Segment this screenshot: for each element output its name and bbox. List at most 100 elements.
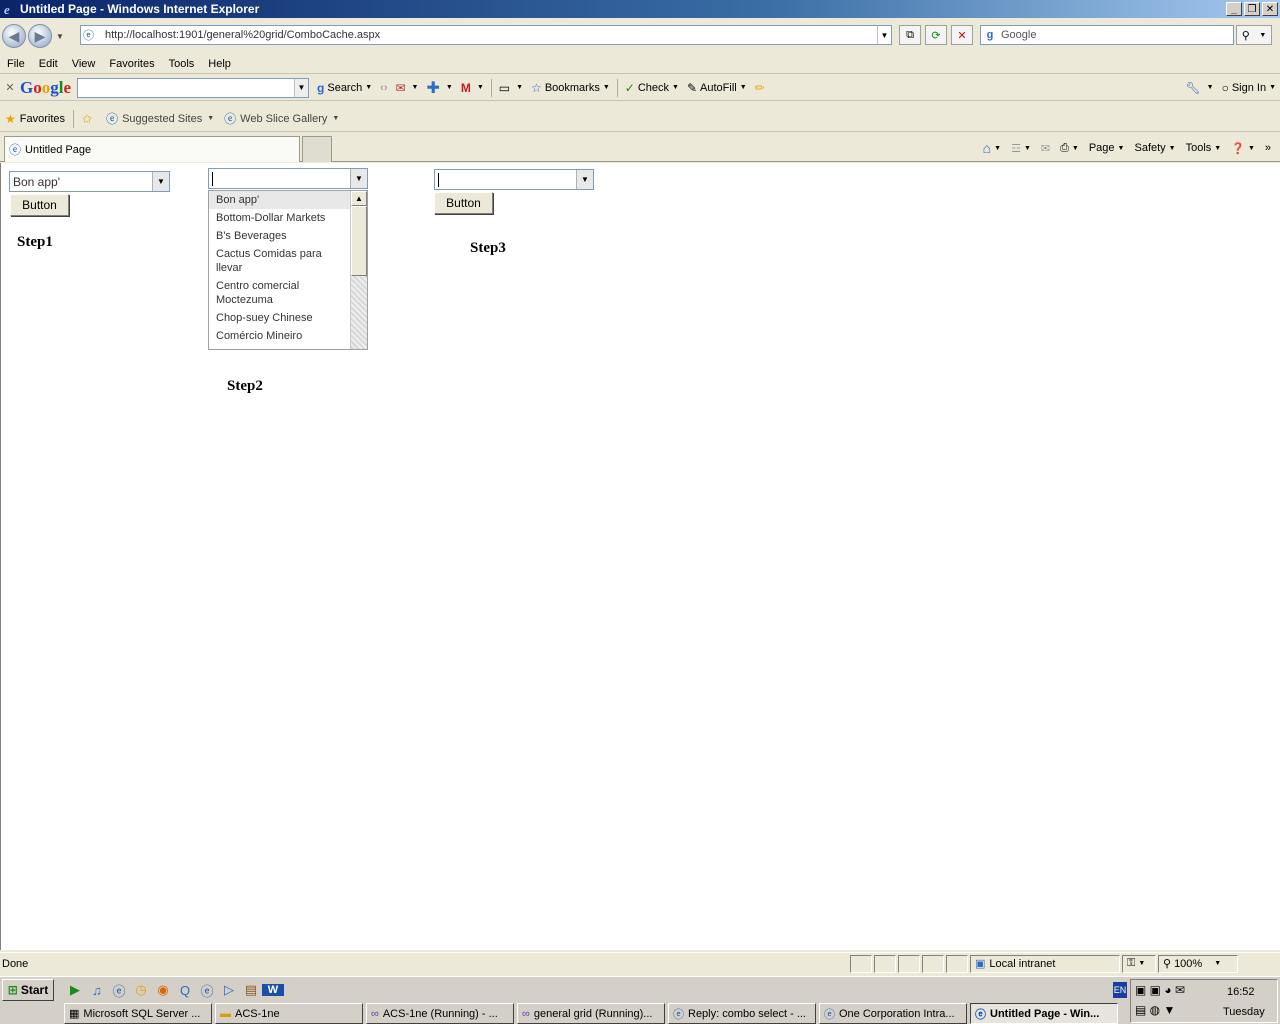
suggested-sites-button[interactable]: ⓔ Suggested Sites ▼ (101, 110, 219, 127)
word-icon[interactable]: W (262, 984, 284, 996)
quicktime-icon[interactable]: Q (174, 983, 196, 998)
ie-icon[interactable]: ⓔ (196, 981, 218, 1000)
step1-dropdown-icon[interactable]: ▼ (152, 172, 169, 191)
quicklaunch-app-icon[interactable]: ▶ (64, 982, 86, 998)
zoom-button[interactable]: ⚲ 100% ▼ (1158, 954, 1238, 973)
step3-button[interactable]: Button (434, 192, 493, 214)
search-box[interactable]: g Google (980, 25, 1234, 45)
bookmarks-button[interactable]: ☆ Bookmarks ▼ (527, 81, 614, 95)
new-tab-button[interactable] (302, 136, 332, 162)
dropdown-scrollbar[interactable]: ▲ (350, 191, 367, 349)
desktop-icon[interactable]: ▤ (240, 982, 262, 998)
language-indicator[interactable]: EN (1113, 982, 1127, 998)
task-button[interactable]: ⓔ One Corporation Intra... (819, 1003, 967, 1024)
step1-button[interactable]: Button (10, 194, 69, 216)
toolbar-more-icon[interactable]: ‹› (376, 82, 391, 94)
more-commands-icon[interactable]: » (1260, 142, 1276, 154)
favorites-button[interactable]: ★ Favorites (0, 112, 70, 126)
clock-time[interactable]: 16:52 (1227, 986, 1255, 998)
news-button[interactable]: ✉ ▼ (391, 81, 422, 95)
forward-button[interactable]: ▶ (28, 24, 52, 48)
task-button[interactable]: ▦ Microsoft SQL Server ... (64, 1003, 212, 1024)
address-bar[interactable]: ⓔ http://localhost:1901/general%20grid/C… (80, 25, 892, 45)
web-slice-gallery-button[interactable]: ⓔ Web Slice Gallery ▼ (219, 110, 344, 127)
gmail-button[interactable]: M ▼ (457, 81, 488, 95)
list-item[interactable]: B's Beverages (209, 227, 351, 245)
menu-tools[interactable]: Tools (162, 58, 202, 70)
popup-button[interactable]: ▭ ▼ (495, 81, 527, 95)
home-button[interactable]: ⌂ ▼ (978, 140, 1006, 156)
help-menu[interactable]: ❓ ▼ (1226, 142, 1260, 155)
highlighter-button[interactable]: ✏ (751, 81, 772, 95)
compatibility-view-button[interactable]: ⧉ (899, 25, 921, 45)
window-title-bar[interactable]: e Untitled Page - Windows Internet Explo… (0, 0, 1280, 18)
search-placeholder[interactable]: Google (1001, 29, 1036, 41)
google-search-input[interactable]: ▼ (77, 77, 310, 98)
list-item[interactable]: Bon app' (209, 191, 351, 209)
wrench-icon: 🔧︎ (1185, 80, 1201, 95)
list-item[interactable]: Centro comercial Moctezuma (209, 277, 351, 309)
menu-file[interactable]: File (0, 58, 32, 70)
tray-icons-row1[interactable]: ▣ ▣ ◕ ✉ (1135, 983, 1185, 997)
list-item[interactable]: Bottom-Dollar Markets (209, 209, 351, 227)
task-button[interactable]: ▬ ACS-1ne (215, 1003, 363, 1024)
menu-edit[interactable]: Edit (32, 58, 65, 70)
step2-combo[interactable]: ▼ (208, 168, 368, 189)
clock-icon[interactable]: ◷ (130, 982, 152, 998)
url-text[interactable]: http://localhost:1901/general%20grid/Com… (105, 29, 877, 41)
start-button[interactable]: ⊞ Start (2, 979, 54, 1001)
menu-view[interactable]: View (65, 58, 103, 70)
menu-help[interactable]: Help (201, 58, 238, 70)
wrench-button[interactable]: 🔧︎ ▼ (1181, 81, 1217, 95)
step1-combo-value[interactable]: Bon app' (10, 175, 152, 189)
ie-logo-icon: e (2, 1, 18, 17)
stop-button[interactable]: ✕ (951, 25, 973, 45)
share-button[interactable]: ✚ ▼ (422, 78, 456, 98)
media-player-icon[interactable]: ▷ (218, 982, 240, 998)
refresh-button[interactable]: ⟳ (925, 25, 947, 45)
page-menu[interactable]: Page ▼ (1084, 142, 1130, 154)
read-mail-button[interactable]: ✉ (1036, 142, 1055, 155)
ie-icon[interactable]: ⓔ (108, 981, 130, 1000)
list-item[interactable]: Comércio Mineiro (209, 327, 351, 345)
address-dropdown-icon[interactable]: ▼ (877, 26, 891, 44)
list-item[interactable]: Chop-suey Chinese (209, 309, 351, 327)
step3-dropdown-icon[interactable]: ▼ (576, 170, 593, 189)
scroll-thumb[interactable] (351, 206, 367, 276)
sign-in-button[interactable]: ○ Sign In ▼ (1218, 81, 1280, 95)
autofill-button[interactable]: ✎ AutoFill ▼ (683, 81, 751, 95)
task-button[interactable]: ∞ general grid (Running)... (517, 1003, 665, 1024)
restore-button[interactable]: ❐ (1244, 2, 1260, 16)
add-favorite-button[interactable]: ✩ (77, 112, 101, 126)
google-search-dropdown-icon[interactable]: ▼ (294, 78, 309, 97)
google-search-button[interactable]: g Search ▼ (313, 81, 376, 95)
list-item[interactable]: Cactus Comidas para llevar (209, 245, 351, 277)
step3-combo[interactable]: ▼ (434, 169, 594, 190)
tab-untitled-page[interactable]: ⓔ Untitled Page (4, 136, 300, 162)
feeds-button[interactable]: ☲ ▼ (1006, 142, 1036, 155)
print-button[interactable]: ⎙ ▼ (1055, 142, 1084, 155)
back-button[interactable]: ◀ (2, 24, 26, 48)
firefox-icon[interactable]: ◉ (152, 982, 174, 998)
task-button-active[interactable]: ⓔ Untitled Page - Win... (970, 1003, 1118, 1024)
step2-dropdown-icon[interactable]: ▼ (350, 169, 367, 188)
itunes-icon[interactable]: ♫ (86, 983, 108, 998)
step2-dropdown-list[interactable]: Bon app' Bottom-Dollar Markets B's Bever… (208, 190, 368, 350)
safety-menu[interactable]: Safety ▼ (1129, 142, 1180, 154)
step1-combo[interactable]: Bon app' ▼ (9, 171, 170, 192)
history-dropdown-icon[interactable]: ▼ (56, 32, 64, 41)
task-button[interactable]: ∞ ACS-1ne (Running) - ... (366, 1003, 514, 1024)
plus-icon: ✚ (426, 79, 440, 97)
close-toolbar-icon[interactable]: ✕ (0, 81, 20, 94)
search-go-button[interactable]: ⚲ ▼ (1236, 25, 1272, 45)
tray-icons-row2[interactable]: ▤ ◍ ▼ (1135, 1003, 1175, 1017)
check-button[interactable]: ✓ Check ▼ (621, 81, 683, 95)
minimize-button[interactable]: _ (1226, 2, 1242, 16)
security-zone[interactable]: ▣ Local intranet (970, 954, 1120, 973)
protected-mode-button[interactable]: ⚿ ▼ (1122, 954, 1156, 973)
scroll-up-icon[interactable]: ▲ (351, 191, 367, 206)
menu-favorites[interactable]: Favorites (102, 58, 161, 70)
close-window-button[interactable]: ✕ (1262, 2, 1278, 16)
tools-menu[interactable]: Tools ▼ (1181, 142, 1227, 154)
task-button[interactable]: ⓔ Reply: combo select - ... (668, 1003, 816, 1024)
